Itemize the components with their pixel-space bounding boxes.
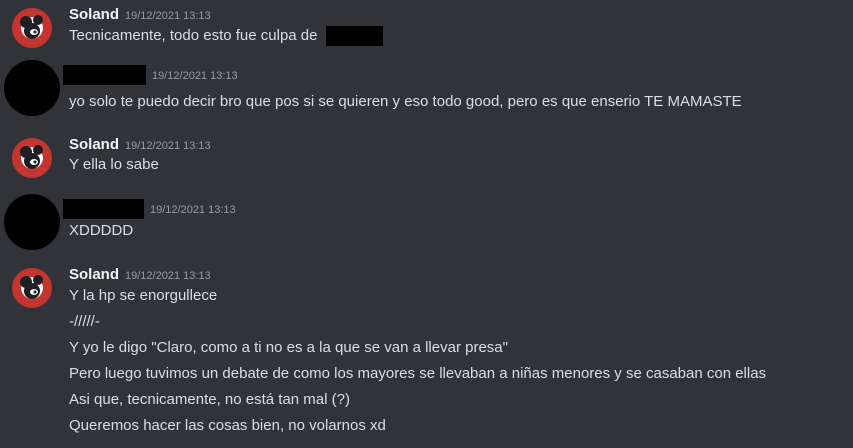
username[interactable]: Soland bbox=[69, 136, 119, 153]
redacted-avatar[interactable] bbox=[4, 194, 60, 250]
username[interactable]: Soland bbox=[69, 6, 119, 23]
redacted-username-block[interactable] bbox=[63, 199, 144, 219]
message-text: Queremos hacer las cosas bien, no volarn… bbox=[69, 417, 386, 434]
message-text: Y yo le digo "Claro, como a ti no es a l… bbox=[69, 339, 508, 356]
soland-avatar[interactable] bbox=[12, 268, 52, 308]
message-timestamp: 19/12/2021 13:13 bbox=[152, 70, 238, 83]
redacted-avatar[interactable] bbox=[4, 60, 60, 116]
message-text-line: Tecnicamente, todo esto fue culpa de bbox=[69, 26, 383, 46]
soland-avatar[interactable] bbox=[12, 138, 52, 178]
cartoon-mouse-avatar-icon bbox=[20, 275, 43, 299]
cartoon-mouse-avatar-icon bbox=[20, 15, 43, 39]
redacted-username-block[interactable] bbox=[63, 65, 146, 85]
message-timestamp: 19/12/2021 13:13 bbox=[150, 204, 236, 217]
soland-avatar[interactable] bbox=[12, 8, 52, 48]
message-text: yo solo te puedo decir bro que pos si se… bbox=[69, 93, 742, 110]
message-text: Tecnicamente, todo esto fue culpa de bbox=[69, 26, 318, 44]
message-text: -/////- bbox=[69, 313, 100, 330]
message-timestamp: 19/12/2021 13:13 bbox=[125, 270, 211, 282]
username[interactable]: Soland bbox=[69, 266, 119, 283]
message-text: Y ella lo sabe bbox=[69, 156, 159, 173]
message-text: Y la hp se enorgullece bbox=[69, 287, 218, 304]
message-timestamp: 19/12/2021 13:13 bbox=[125, 10, 211, 22]
message-timestamp: 19/12/2021 13:13 bbox=[125, 140, 211, 152]
chat-message-list: Soland 19/12/2021 13:13 Tecnicamente, tod… bbox=[0, 0, 853, 448]
message-text: XDDDDD bbox=[69, 222, 134, 239]
cartoon-mouse-avatar-icon bbox=[20, 145, 43, 169]
message-text: Asi que, tecnicamente, no está tan mal (… bbox=[69, 391, 350, 408]
redacted-name-block bbox=[325, 26, 383, 46]
message-text: Pero luego tuvimos un debate de como los… bbox=[69, 365, 767, 382]
